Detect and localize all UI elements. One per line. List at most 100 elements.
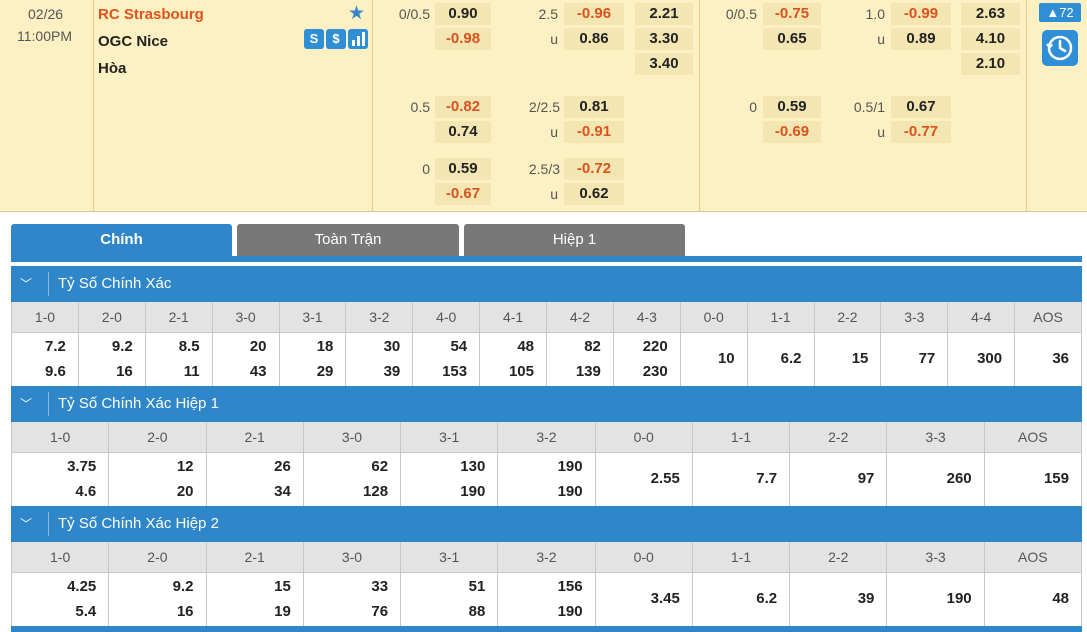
away-win-odds[interactable]: 128: [304, 479, 388, 504]
home-win-odds[interactable]: 8.5: [146, 334, 200, 359]
draw-score-odds[interactable]: 39: [789, 572, 888, 627]
home-win-odds[interactable]: 82: [547, 334, 601, 359]
draw-score-odds[interactable]: 97: [789, 452, 888, 507]
ou-h1-over-odds[interactable]: -0.99: [891, 3, 951, 25]
away-win-odds[interactable]: 105: [480, 359, 534, 384]
draw-score-odds[interactable]: 7.7: [691, 452, 791, 507]
score-odds-cell[interactable]: 4.25 5.4: [10, 572, 110, 627]
ah-h1-away-odds[interactable]: -0.69: [763, 121, 821, 143]
ah-h1-home-odds[interactable]: -0.75: [763, 3, 821, 25]
home-win-odds[interactable]: 190: [498, 454, 583, 479]
score-odds-cell[interactable]: 54 153: [412, 332, 481, 387]
away-win-odds[interactable]: 43: [213, 359, 267, 384]
away-win-odds[interactable]: 190: [498, 599, 583, 624]
tab-main[interactable]: Chính: [11, 224, 232, 256]
score-odds-cell[interactable]: 82 139: [546, 332, 614, 387]
draw-score-odds[interactable]: 300: [947, 332, 1016, 387]
home-win-odds[interactable]: 18: [280, 334, 334, 359]
away-win-odds[interactable]: 4.6: [12, 479, 96, 504]
ou-ft-under-odds[interactable]: 0.62: [564, 183, 624, 205]
score-odds-cell[interactable]: 33 76: [302, 572, 402, 627]
score-odds-cell[interactable]: 48 105: [479, 332, 547, 387]
home-win-odds[interactable]: 62: [304, 454, 388, 479]
home-win-odds[interactable]: 26: [207, 454, 291, 479]
draw-score-odds[interactable]: 77: [880, 332, 949, 387]
ou-ft-over-odds[interactable]: -0.72: [564, 158, 624, 180]
other-score-odds[interactable]: 36: [1014, 332, 1082, 387]
away-win-odds[interactable]: 88: [401, 599, 486, 624]
away-win-odds[interactable]: 16: [79, 359, 133, 384]
home-win-odds[interactable]: 3.75: [12, 454, 96, 479]
score-odds-cell[interactable]: 62 128: [302, 452, 402, 507]
money-icon[interactable]: $: [326, 29, 346, 49]
draw-score-odds[interactable]: 2.55: [594, 452, 693, 507]
draw-score-odds[interactable]: 6.2: [691, 572, 791, 627]
home-win-odds[interactable]: 130: [401, 454, 485, 479]
draw-score-odds[interactable]: 6.2: [746, 332, 815, 387]
home-team-name[interactable]: RC Strasbourg: [98, 6, 204, 23]
chevron-down-icon[interactable]: ﹀: [20, 386, 32, 422]
home-win-odds[interactable]: 48: [480, 334, 534, 359]
home-win-odds[interactable]: 20: [213, 334, 267, 359]
chevron-down-icon[interactable]: ﹀: [20, 506, 32, 542]
score-odds-cell[interactable]: 30 39: [345, 332, 414, 387]
away-win-odds[interactable]: 230: [614, 359, 668, 384]
ou-ft-over-odds[interactable]: 0.81: [564, 96, 624, 118]
away-win-odds[interactable]: 19: [207, 599, 291, 624]
ou-h1-over-odds[interactable]: 0.67: [891, 96, 951, 118]
home-win-odds[interactable]: 12: [109, 454, 194, 479]
tab-first-half[interactable]: Hiệp 1: [464, 224, 685, 256]
score-odds-cell[interactable]: 20 43: [211, 332, 280, 387]
ah-ft-away-odds[interactable]: -0.98: [435, 28, 491, 50]
home-win-odds[interactable]: 15: [207, 574, 291, 599]
other-score-odds[interactable]: 48: [983, 572, 1083, 627]
ou-h1-under-odds[interactable]: 0.89: [891, 28, 951, 50]
away-win-odds[interactable]: 190: [401, 479, 485, 504]
home-win-odds[interactable]: 7.2: [12, 334, 66, 359]
ou-ft-over-odds[interactable]: -0.96: [564, 3, 624, 25]
away-win-odds[interactable]: 39: [346, 359, 401, 384]
away-win-odds[interactable]: 153: [413, 359, 467, 384]
score-odds-cell[interactable]: 18 29: [278, 332, 347, 387]
away-win-odds[interactable]: 16: [109, 599, 194, 624]
draw-score-odds[interactable]: 190: [886, 572, 985, 627]
ah-ft-home-odds[interactable]: -0.82: [435, 96, 491, 118]
score-odds-cell[interactable]: 130 190: [400, 452, 499, 507]
draw-score-odds[interactable]: 10: [679, 332, 748, 387]
score-odds-cell[interactable]: 156 190: [497, 572, 596, 627]
tab-full-match[interactable]: Toàn Trận: [237, 224, 459, 256]
1x2-h1-home-odds[interactable]: 2.63: [961, 3, 1020, 25]
draw-score-odds[interactable]: 260: [886, 452, 985, 507]
section-header-correct-score[interactable]: ﹀ Tỷ Số Chính Xác: [11, 266, 1082, 302]
stats-s-icon[interactable]: S: [304, 29, 324, 49]
away-win-odds[interactable]: 11: [146, 359, 200, 384]
ah-ft-home-odds[interactable]: 0.59: [435, 158, 491, 180]
away-win-odds[interactable]: 76: [304, 599, 388, 624]
home-win-odds[interactable]: 9.2: [79, 334, 133, 359]
away-win-odds[interactable]: 20: [109, 479, 194, 504]
favorite-star-icon[interactable]: ★: [348, 2, 365, 25]
chevron-down-icon[interactable]: ﹀: [20, 266, 32, 302]
1x2-ft-home-odds[interactable]: 2.21: [635, 3, 693, 25]
ah-h1-home-odds[interactable]: 0.59: [763, 96, 821, 118]
1x2-ft-draw-odds[interactable]: 3.40: [635, 53, 693, 75]
away-team-name[interactable]: OGC Nice: [98, 33, 168, 50]
ah-h1-away-odds[interactable]: 0.65: [763, 28, 821, 50]
bar-chart-icon[interactable]: [348, 29, 368, 49]
ah-ft-away-odds[interactable]: 0.74: [435, 121, 491, 143]
home-win-odds[interactable]: 9.2: [109, 574, 194, 599]
away-win-odds[interactable]: 190: [498, 479, 583, 504]
away-win-odds[interactable]: 9.6: [12, 359, 66, 384]
score-odds-cell[interactable]: 51 88: [400, 572, 499, 627]
1x2-h1-away-odds[interactable]: 4.10: [961, 28, 1020, 50]
ah-ft-away-odds[interactable]: -0.67: [435, 183, 491, 205]
section-header-correct-score-h1[interactable]: ﹀ Tỷ Số Chính Xác Hiệp 1: [11, 386, 1082, 422]
score-odds-cell[interactable]: 7.2 9.6: [11, 332, 79, 387]
home-win-odds[interactable]: 51: [401, 574, 486, 599]
away-win-odds[interactable]: 139: [547, 359, 601, 384]
home-win-odds[interactable]: 156: [498, 574, 583, 599]
score-odds-cell[interactable]: 8.5 11: [144, 332, 213, 387]
score-odds-cell[interactable]: 9.2 16: [77, 332, 146, 387]
score-odds-cell[interactable]: 220 230: [612, 332, 681, 387]
away-win-odds[interactable]: 29: [280, 359, 334, 384]
